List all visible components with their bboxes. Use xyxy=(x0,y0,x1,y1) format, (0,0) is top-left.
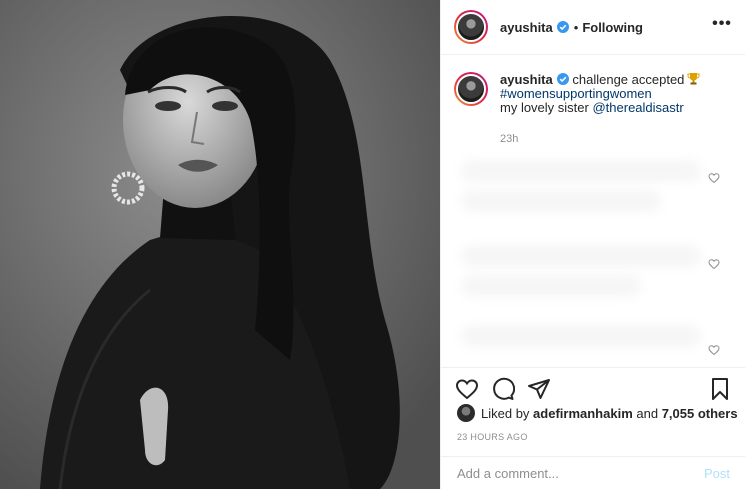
caption-text-block: ayushita challenge accepted #womensuppor… xyxy=(500,72,700,115)
post-comment-button[interactable]: Post xyxy=(704,466,730,481)
blurred-comment xyxy=(461,190,661,212)
caption-avatar[interactable] xyxy=(454,72,488,106)
more-options-icon[interactable]: ••• xyxy=(712,16,732,34)
trophy-emoji-icon xyxy=(687,73,700,85)
caption-username[interactable]: ayushita xyxy=(500,72,553,87)
bookmark-icon[interactable] xyxy=(708,377,732,401)
post-caption: ayushita challenge accepted #womensuppor… xyxy=(454,72,734,115)
liked-by-prefix: Liked by xyxy=(481,405,530,421)
instagram-post: ayushita • Following ••• ayushita challe… xyxy=(0,0,745,489)
caption-line-3-text: my lovely sister xyxy=(500,100,589,115)
heart-icon[interactable] xyxy=(455,377,479,401)
header-avatar[interactable] xyxy=(454,10,488,44)
header-separator: • xyxy=(573,19,579,35)
add-comment-bar: Post xyxy=(441,456,745,489)
action-bar xyxy=(441,367,745,407)
liked-by-conjunction: and xyxy=(636,405,659,421)
blurred-comment xyxy=(461,160,701,182)
caption-time[interactable]: 23h xyxy=(500,133,518,145)
blurred-comment xyxy=(461,325,701,347)
verified-badge-icon xyxy=(556,73,569,85)
avatar-image xyxy=(456,74,486,104)
post-side-panel: ayushita • Following ••• ayushita challe… xyxy=(440,0,745,489)
post-timestamp[interactable]: 23 HOURS AGO xyxy=(457,432,528,442)
comment-like-heart-icon[interactable] xyxy=(708,258,720,270)
following-button[interactable]: Following xyxy=(582,20,643,35)
header-username[interactable]: ayushita xyxy=(500,20,553,35)
verified-badge-icon xyxy=(556,21,569,33)
blurred-comment xyxy=(461,275,641,297)
comment-icon[interactable] xyxy=(491,377,515,401)
liked-by-user[interactable]: adefirmanhakim xyxy=(533,406,633,421)
liked-by-others[interactable]: 7,055 others xyxy=(662,406,738,421)
blurred-comment xyxy=(461,245,701,267)
paper-plane-icon[interactable] xyxy=(527,377,551,401)
caption-hashtag[interactable]: #womensupportingwomen xyxy=(500,86,652,101)
avatar-image xyxy=(456,12,486,42)
caption-line-3: my lovely sister @therealdisastr xyxy=(500,101,700,115)
caption-text: challenge accepted xyxy=(572,72,685,87)
comment-like-heart-icon[interactable] xyxy=(708,172,720,184)
caption-line-2: #womensupportingwomen xyxy=(500,87,700,101)
liked-by: Liked by adefirmanhakim and 7,055 others xyxy=(457,404,738,422)
liked-by-avatar[interactable] xyxy=(457,404,475,422)
post-header: ayushita • Following ••• xyxy=(441,0,745,55)
caption-mention[interactable]: @therealdisastr xyxy=(592,100,683,115)
post-photo[interactable] xyxy=(0,0,440,489)
comment-like-heart-icon[interactable] xyxy=(708,344,720,356)
caption-line-1: ayushita challenge accepted xyxy=(500,72,700,87)
comment-input[interactable] xyxy=(457,465,704,481)
portrait-image xyxy=(0,0,440,489)
